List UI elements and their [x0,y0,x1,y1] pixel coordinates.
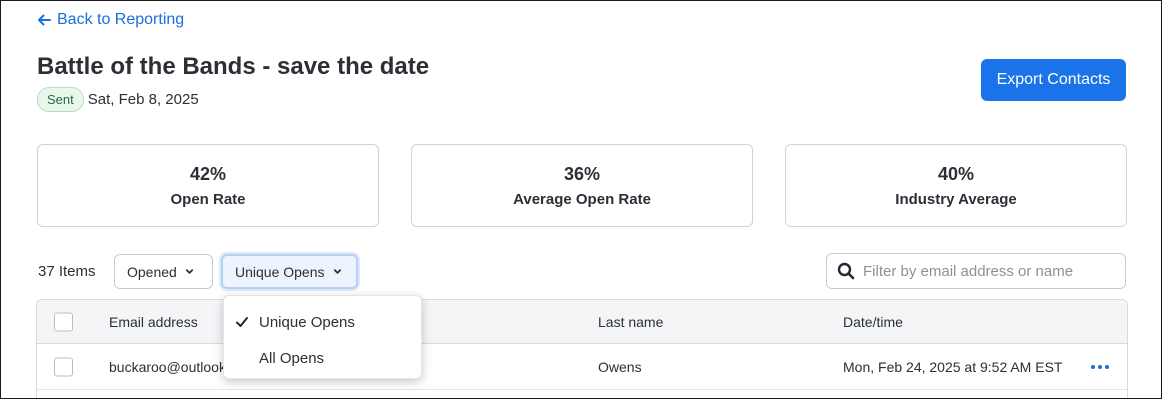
report-page: Back to Reporting Battle of the Bands - … [0,0,1162,399]
menu-item-label: All Opens [259,349,325,367]
stat-card-average-open-rate: 36% Average Open Rate [411,144,753,227]
checkmark-icon [236,317,248,327]
search-icon [837,262,855,280]
menu-item-unique-opens[interactable]: Unique Opens [224,304,421,340]
page-title: Battle of the Bands - save the date [37,53,430,80]
row-checkbox[interactable] [54,357,73,376]
column-header-email: Email address [109,313,198,330]
table-header: Email address Last name Date/time [37,300,1127,344]
opens-filter-menu: Unique Opens All Opens [223,295,422,379]
menu-item-all-opens[interactable]: All Opens [224,340,421,376]
campaign-meta: Sent Sat, Feb 8, 2025 [37,87,199,112]
stat-value: 40% [937,163,975,184]
items-count: 37 Items [38,263,96,280]
menu-item-label: Unique Opens [259,313,355,331]
stat-label: Average Open Rate [513,190,651,208]
activity-filter-label: Opened [127,263,177,280]
stat-label: Open Rate [170,190,246,208]
status-badge: Sent [37,87,84,112]
back-link-label: Back to Reporting [57,11,185,28]
stat-value: 42% [189,163,227,184]
stat-card-open-rate: 42% Open Rate [37,144,379,227]
opens-filter-label: Unique Opens [235,263,325,280]
column-header-last-name: Last name [598,313,664,330]
contacts-table: Email address Last name Date/time buckar… [36,299,1128,398]
export-contacts-button[interactable]: Export Contacts [981,59,1126,101]
row-last-name: Owens [598,358,642,375]
stat-label: Industry Average [895,190,1017,208]
arrow-left-icon [38,14,51,26]
opens-filter-dropdown[interactable]: Unique Opens [221,254,358,289]
stat-card-industry-average: 40% Industry Average [785,144,1127,227]
select-all-checkbox[interactable] [54,312,73,331]
search-field[interactable] [826,253,1126,289]
table-row: buckaroo@outlook.com Owens Mon, Feb 24, … [37,344,1127,390]
stat-value: 36% [563,163,601,184]
column-header-datetime: Date/time [843,313,903,330]
sent-date: Sat, Feb 8, 2025 [87,91,199,108]
activity-filter-dropdown[interactable]: Opened [114,254,213,289]
more-options-icon[interactable] [1091,364,1109,369]
chevron-down-icon [333,269,341,274]
row-datetime: Mon, Feb 24, 2025 at 9:52 AM EST [843,358,1063,375]
search-input[interactable] [863,262,1115,280]
back-to-reporting-link[interactable]: Back to Reporting [37,11,184,29]
chevron-down-icon [185,269,193,274]
